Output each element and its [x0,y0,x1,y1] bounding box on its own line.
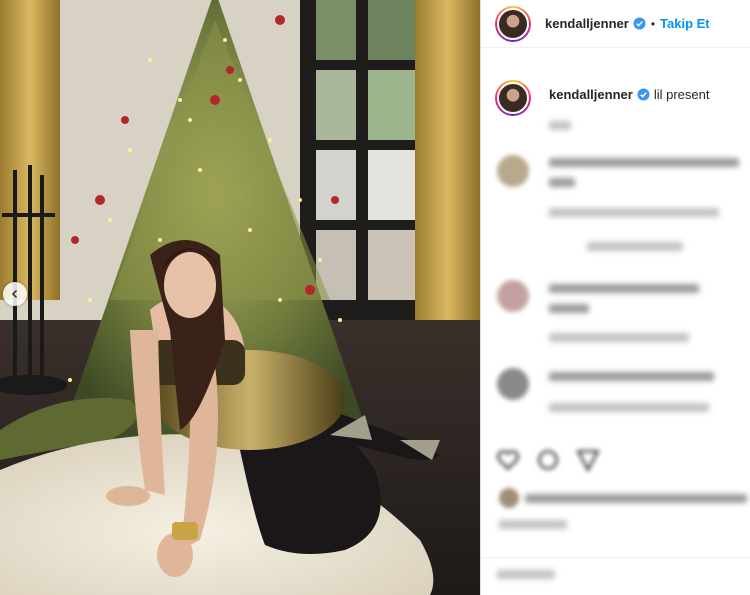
comment-avatar[interactable] [497,280,529,312]
verified-badge-icon [633,17,646,30]
paper-plane-icon[interactable] [575,447,601,473]
caption-text: lil present [653,87,710,102]
post-sidebar: kendalljenner • Takip Et kendalljenner l… [480,0,750,595]
verified-badge-icon [637,88,650,101]
comment-text [549,372,714,381]
comment-text [549,304,589,313]
post-header: kendalljenner • Takip Et [481,0,750,48]
heart-icon[interactable] [495,447,521,473]
carousel-prev-button[interactable] [3,282,27,306]
liked-by-avatar[interactable] [499,488,519,508]
author-username[interactable]: kendalljenner [545,16,629,31]
comment-avatar[interactable] [497,155,529,187]
comment-text [549,158,739,167]
comment-text [549,284,699,293]
comment-meta [549,403,709,412]
divider [481,557,750,558]
header-separator: • [650,16,656,31]
comment-meta [549,333,689,342]
photo-illustration [0,0,480,595]
comment-text [549,178,575,187]
caption: kendalljenner lil present [549,87,709,102]
post-date [499,520,567,529]
comment-icon[interactable] [535,447,561,473]
chevron-left-icon [11,289,18,299]
view-replies[interactable] [587,242,683,251]
liked-by-text [525,494,747,503]
add-comment-input[interactable] [497,570,555,579]
comment-avatar[interactable] [497,368,529,400]
caption-timestamp [549,121,571,130]
post-actions [495,447,601,473]
caption-author-avatar[interactable] [495,80,531,116]
author-avatar[interactable] [495,5,531,42]
comment-meta [549,208,719,217]
post-photo [0,0,480,595]
caption-username[interactable]: kendalljenner [549,87,633,102]
follow-button[interactable]: Takip Et [660,16,710,31]
